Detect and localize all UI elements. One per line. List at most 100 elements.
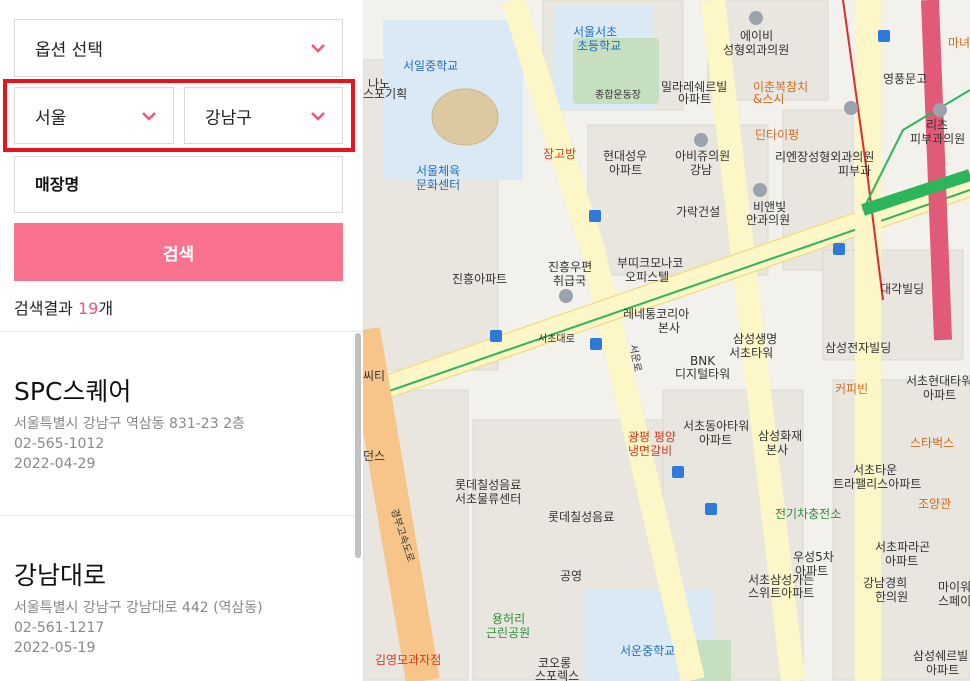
svg-text:아파트: 아파트 [885,554,918,568]
svg-text:스포기획: 스포기획 [363,87,407,101]
svg-text:아파트: 아파트 [678,92,711,106]
store-name-input[interactable] [35,157,315,212]
svg-text:비앤빛: 비앤빛 [753,200,786,214]
svg-text:장고방: 장고방 [543,147,576,161]
svg-text:트라팰리스아파트: 트라팰리스아파트 [833,477,921,491]
svg-text:스페이: 스페이 [938,594,970,608]
store-search-panel: 옵션 선택 서울 강남구 검색 검색결과 19개 SPC스퀘어 서울특별시 강남… [0,0,363,681]
svg-text:삼성생명: 삼성생명 [733,332,777,346]
divider [0,515,363,516]
result-item-address: 서울특별시 강남구 강남대로 442 (역삼동) [14,600,263,616]
svg-text:본사: 본사 [766,443,788,457]
svg-text:아파트: 아파트 [926,663,959,677]
svg-text:&스시: &스시 [753,92,784,106]
svg-text:아파트: 아파트 [699,433,732,447]
result-item-phone: 02-565-1012 [14,436,105,452]
result-item-phone: 02-561-1217 [14,620,105,636]
svg-text:서울서초: 서울서초 [573,25,617,39]
result-item[interactable]: SPC스퀘어 서울특별시 강남구 역삼동 831-23 2층 02-565-10… [14,372,344,474]
result-count: 19 [77,299,99,318]
svg-text:피부과: 피부과 [838,164,871,178]
svg-text:마이워: 마이워 [938,580,970,594]
svg-text:삼성전자빌딩: 삼성전자빌딩 [825,341,891,355]
svg-text:던스: 던스 [363,449,385,463]
result-item-name: 강남대로 [14,561,107,590]
svg-text:스위트아파트: 스위트아파트 [748,586,814,600]
svg-text:커피빈: 커피빈 [835,382,868,396]
svg-text:아파트: 아파트 [923,388,956,402]
svg-text:현대성우: 현대성우 [603,149,647,163]
svg-text:롯데칠성음료: 롯데칠성음료 [548,510,614,524]
svg-text:가락건설: 가락건설 [676,205,720,219]
svg-text:마녀: 마녀 [948,36,970,50]
svg-text:전기차충전소: 전기차충전소 [775,507,841,521]
svg-text:서일중학교: 서일중학교 [403,59,458,73]
svg-text:용허리: 용허리 [492,612,525,626]
svg-text:한의원: 한의원 [875,590,908,604]
svg-text:강남: 강남 [690,163,712,177]
svg-text:서초파라곤: 서초파라곤 [875,540,930,554]
result-suffix: 개 [98,299,114,318]
result-item-date: 2022-05-19 [14,640,96,656]
svg-text:서초타운: 서초타운 [853,463,897,477]
svg-text:삼성쉐르빌: 삼성쉐르빌 [913,649,968,663]
result-item[interactable]: 강남대로 서울특별시 강남구 강남대로 442 (역삼동) 02-561-121… [14,556,344,658]
result-prefix: 검색결과 [14,299,78,318]
svg-text:광평 평양: 광평 평양 [628,430,676,444]
result-count-line: 검색결과 19개 [14,295,113,319]
svg-text:서초물류센터: 서초물류센터 [455,492,521,506]
option-select[interactable]: 옵션 선택 [14,19,343,77]
svg-text:리츠: 리츠 [926,118,948,132]
svg-text:냉면갈비: 냉면갈비 [628,444,672,458]
svg-text:레네통코리아: 레네통코리아 [623,307,689,321]
svg-text:디지털타워: 디지털타워 [675,367,730,381]
svg-text:BNK: BNK [690,354,716,368]
result-item-date: 2022-04-29 [14,456,96,472]
svg-text:진흥아파트: 진흥아파트 [452,272,507,286]
chevron-down-icon [311,44,325,53]
scrollbar-thumb[interactable] [355,333,361,558]
svg-text:공영: 공영 [560,569,582,583]
svg-text:영풍문고: 영풍문고 [883,72,927,86]
svg-text:스타벅스: 스타벅스 [910,436,954,450]
svg-text:대각빌딩: 대각빌딩 [880,282,924,296]
region-highlight-box [3,79,355,152]
map-view[interactable]: 서일중학교 서울서초 초등학교 종합운동장 나노 스포기획 서울체육 문화센터 … [363,0,970,681]
svg-text:아비쥬의원: 아비쥬의원 [675,149,730,163]
search-button[interactable]: 검색 [14,223,343,281]
svg-text:아파트: 아파트 [609,163,642,177]
svg-text:문화센터: 문화센터 [416,178,460,192]
svg-text:피부과의원: 피부과의원 [910,132,965,146]
svg-text:본사: 본사 [658,321,680,335]
svg-text:딘타이펑: 딘타이펑 [755,128,799,142]
svg-text:서초대로: 서초대로 [538,333,575,345]
svg-text:서초삼성가든: 서초삼성가든 [748,573,814,587]
svg-text:안과의원: 안과의원 [746,213,790,227]
svg-text:에이비: 에이비 [740,29,773,43]
svg-text:조양관: 조양관 [918,497,951,511]
option-select-value: 옵션 선택 [35,40,103,61]
svg-text:서초현대타워: 서초현대타워 [906,374,970,388]
svg-text:서초동아타워: 서초동아타워 [683,419,749,433]
svg-text:스포렉스: 스포렉스 [535,669,579,681]
svg-text:리엔장성형외과의원: 리엔장성형외과의원 [775,150,874,164]
svg-text:오피스텔: 오피스텔 [625,270,669,284]
svg-text:강남경희: 강남경희 [863,576,907,590]
result-item-name: SPC스퀘어 [14,377,132,406]
svg-text:서울체육: 서울체육 [416,164,460,178]
svg-text:성형외과의원: 성형외과의원 [723,43,789,57]
result-item-address: 서울특별시 강남구 역삼동 831-23 2층 [14,416,245,432]
svg-text:코오롱: 코오롱 [538,656,571,670]
svg-text:삼성화재: 삼성화재 [758,429,802,443]
svg-text:서초타워: 서초타워 [729,346,773,360]
svg-text:김영모과자점: 김영모과자점 [375,653,441,667]
store-name-field[interactable] [14,156,343,213]
svg-text:롯데칠성음료: 롯데칠성음료 [455,478,521,492]
svg-text:우성5차: 우성5차 [793,550,834,564]
svg-text:근린공원: 근린공원 [486,626,530,640]
svg-text:씨티: 씨티 [363,369,385,383]
svg-text:초등학교: 초등학교 [577,39,621,53]
map-canvas[interactable]: 서일중학교 서울서초 초등학교 종합운동장 나노 스포기획 서울체육 문화센터 … [363,0,970,681]
svg-text:부띠크모나코: 부띠크모나코 [617,256,683,270]
svg-text:서운중학교: 서운중학교 [620,644,675,658]
